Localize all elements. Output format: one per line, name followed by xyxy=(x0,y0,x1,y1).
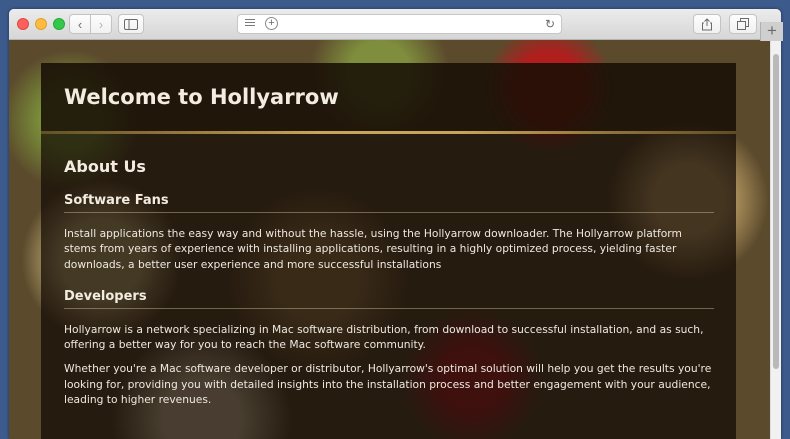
web-page: Welcome to Hollyarrow About Us Software … xyxy=(9,40,781,439)
share-button[interactable] xyxy=(693,14,721,34)
share-icon xyxy=(702,17,712,30)
show-tabs-button[interactable] xyxy=(729,14,757,34)
new-tab-button[interactable]: + xyxy=(760,22,783,41)
sidebar-icon xyxy=(124,18,138,30)
forward-button[interactable]: › xyxy=(90,14,112,34)
chevron-right-icon: › xyxy=(98,16,104,32)
section-heading-developers: Developers xyxy=(64,289,714,309)
plus-icon: + xyxy=(767,21,777,40)
reload-icon[interactable]: ↻ xyxy=(545,17,555,31)
close-window-button[interactable] xyxy=(17,18,29,30)
paragraph: Install applications the easy way and wi… xyxy=(64,227,682,271)
plus-circle-icon[interactable]: + xyxy=(265,17,278,30)
section-heading-software-fans: Software Fans xyxy=(64,193,714,213)
vertical-scrollbar[interactable] xyxy=(770,40,781,439)
minimize-window-button[interactable] xyxy=(35,18,47,30)
paragraph: Hollyarrow is a network specializing in … xyxy=(64,322,704,352)
about-heading: About Us xyxy=(64,157,146,176)
header-divider xyxy=(41,131,736,134)
about-section: About Us Software Fans Install applicati… xyxy=(64,157,714,407)
paragraph: Whether you're a Mac software developer … xyxy=(64,362,712,407)
sidebar-toggle-button[interactable] xyxy=(118,14,144,34)
site-header: Welcome to Hollyarrow xyxy=(41,63,736,131)
content-panel: Welcome to Hollyarrow About Us Software … xyxy=(41,63,736,439)
address-bar[interactable]: + ↻ xyxy=(237,14,562,34)
chevron-left-icon: ‹ xyxy=(77,16,83,32)
tabs-icon xyxy=(737,18,749,30)
back-button[interactable]: ‹ xyxy=(69,14,91,34)
site-title: Welcome to Hollyarrow xyxy=(64,85,339,109)
browser-toolbar: ‹ › + ↻ xyxy=(9,9,781,40)
browser-window: ‹ › + ↻ Welcome to Hollyarrow About Us S… xyxy=(9,9,781,439)
zoom-window-button[interactable] xyxy=(53,18,65,30)
scrollbar-thumb[interactable] xyxy=(773,54,779,369)
reader-icon[interactable] xyxy=(245,19,255,29)
